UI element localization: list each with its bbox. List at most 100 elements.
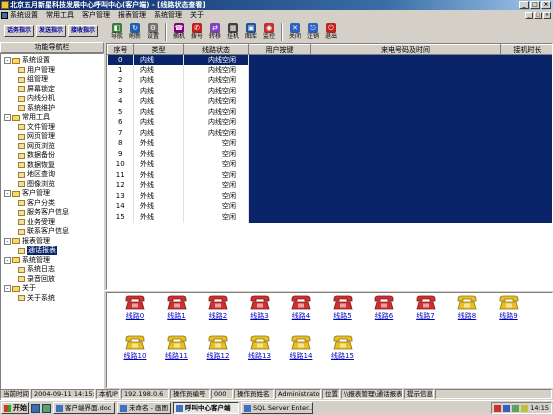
phone-line-label[interactable]: 线路13 — [248, 352, 271, 361]
tree-folder[interactable]: - 关于 — [4, 284, 36, 293]
table-row[interactable]: 10 外线 空闲 — [107, 159, 552, 170]
menu-system-settings[interactable]: 系统设置 — [10, 10, 38, 21]
toolbar-button-dial[interactable]: ✆ 拨号 — [188, 21, 206, 43]
quicklaunch-desktop-icon[interactable] — [42, 403, 51, 413]
phone-line[interactable]: 线路2 — [200, 295, 236, 329]
tree-item[interactable]: 网页浏览 — [18, 142, 55, 151]
mdi-close-button[interactable]: × — [543, 12, 551, 19]
table-row[interactable]: 1 内线 内线空闲 — [107, 65, 552, 76]
phone-line-label[interactable]: 线路10 — [124, 352, 147, 361]
title-bar[interactable]: 北京五月新星科技发展中心呼叫中心(客户端) - [线路状态查看] _ □ × — [0, 0, 553, 10]
menu-reports[interactable]: 报表管理 — [118, 10, 146, 21]
collapse-icon[interactable]: - — [4, 190, 11, 197]
collapse-icon[interactable]: - — [4, 285, 11, 292]
toolbar-button-pickup[interactable]: ☎ 摘机 — [170, 21, 188, 43]
app-icon[interactable] — [1, 1, 9, 9]
phone-line[interactable]: 线路1 — [159, 295, 195, 329]
col-header-status[interactable]: 线路状态 — [183, 44, 249, 55]
toolbar-button-settings[interactable]: ⚙ 设置 — [144, 21, 162, 43]
minimize-button[interactable]: _ — [519, 1, 529, 9]
tray-clock[interactable]: 14:15 — [530, 404, 549, 412]
tree-item[interactable]: 数据备份 — [18, 151, 55, 160]
collapse-icon[interactable]: - — [4, 256, 11, 264]
phone-line-label[interactable]: 线路2 — [209, 312, 227, 321]
phone-line[interactable]: 线路14 — [283, 335, 319, 369]
collapse-icon[interactable]: - — [4, 237, 11, 245]
tree-item[interactable]: 文件管理 — [18, 123, 55, 132]
toolbar-button-transfer[interactable]: ⇄ 转移 — [206, 21, 224, 43]
phone-line-label[interactable]: 线路12 — [207, 352, 230, 361]
menu-tools[interactable]: 常用工具 — [46, 10, 74, 21]
phone-line-label[interactable]: 线路14 — [290, 352, 313, 361]
phone-line[interactable]: 线路8 — [449, 295, 485, 329]
table-row[interactable]: 7 内线 内线空闲 — [107, 128, 552, 139]
phone-line-label[interactable]: 线路5 — [333, 312, 351, 321]
tree-item[interactable]: 录音回放 — [18, 275, 55, 284]
phone-line-label[interactable]: 线路1 — [167, 312, 185, 321]
tree-item[interactable]: 屏幕锁定 — [18, 85, 55, 94]
phone-line-label[interactable]: 线路7 — [416, 312, 434, 321]
tray-app-icon[interactable] — [494, 404, 502, 412]
tree-item[interactable]: 用户管理 — [18, 66, 55, 75]
mdi-child-icon[interactable] — [1, 12, 8, 19]
mdi-minimize-button[interactable]: _ — [525, 12, 533, 19]
table-row[interactable]: 14 外线 空闲 — [107, 201, 552, 212]
collapse-icon[interactable]: - — [4, 114, 11, 121]
phone-line[interactable]: 线路13 — [242, 335, 278, 369]
table-row[interactable]: 5 内线 内线空闲 — [107, 107, 552, 118]
tree-item[interactable]: 组管理 — [18, 75, 48, 84]
col-header-index[interactable]: 序号 — [107, 44, 134, 55]
toolbar-button-refresh[interactable]: ↻ 刷新 — [126, 21, 144, 43]
phone-line-label[interactable]: 线路0 — [126, 312, 144, 321]
phone-line[interactable]: 线路6 — [366, 295, 402, 329]
phone-line-label[interactable]: 线路9 — [499, 312, 517, 321]
table-row[interactable]: 12 外线 空闲 — [107, 180, 552, 191]
tree-item[interactable]: 通话报表 — [18, 246, 57, 255]
tray-network-icon[interactable] — [512, 404, 520, 412]
toolbar-button-logoff[interactable]: ⎋ 注销 — [304, 21, 322, 43]
phone-line[interactable]: 线路10 — [117, 335, 153, 369]
tree-item[interactable]: 网页管理 — [18, 132, 55, 141]
col-header-duration[interactable]: 接机时长 — [500, 44, 552, 55]
mdi-restore-button[interactable]: □ — [534, 12, 542, 19]
phone-line[interactable]: 线路4 — [283, 295, 319, 329]
table-row[interactable]: 0 内线 内线空闲 — [107, 54, 552, 65]
col-header-caller-time[interactable]: 来电号码及时间 — [310, 44, 501, 55]
phone-line-label[interactable]: 线路6 — [375, 312, 393, 321]
table-row[interactable]: 11 外线 空闲 — [107, 170, 552, 181]
phone-line-label[interactable]: 线路15 — [331, 352, 354, 361]
col-header-user-key[interactable]: 用户按键 — [248, 44, 311, 55]
tree-folder[interactable]: - 报表管理 — [4, 237, 50, 246]
tree-item[interactable]: 关于系统 — [18, 294, 55, 303]
close-window-button[interactable]: × — [541, 1, 551, 9]
table-row[interactable]: 8 外线 空闲 — [107, 138, 552, 149]
phone-line[interactable]: 线路5 — [325, 295, 361, 329]
tree-folder[interactable]: - 客户管理 — [4, 189, 50, 198]
taskbar-task[interactable]: 客户端界面.doc ... — [53, 402, 115, 414]
toolbar-button-exit[interactable]: ⏻ 退出 — [322, 21, 340, 43]
menu-about[interactable]: 关于 — [190, 10, 204, 21]
taskbar-task[interactable]: 呼叫中心客户端 — [173, 402, 239, 414]
phone-line[interactable]: 线路3 — [242, 295, 278, 329]
tree-item[interactable]: 内线分机 — [18, 94, 55, 103]
phone-line[interactable]: 线路9 — [491, 295, 527, 329]
tree-item[interactable]: 服务客户信息 — [18, 208, 69, 217]
toolbar-button-monitor[interactable]: ◉ 监控 — [260, 21, 278, 43]
tray-volume-icon[interactable] — [521, 404, 529, 412]
table-row[interactable]: 15 外线 空闲 — [107, 212, 552, 223]
quicklaunch-ie-icon[interactable] — [31, 403, 40, 413]
phone-line-label[interactable]: 线路4 — [292, 312, 310, 321]
tree-item[interactable]: 数据恢复 — [18, 161, 55, 170]
tree-item[interactable]: 系统日志 — [18, 265, 55, 274]
start-button[interactable]: 开始 — [1, 402, 29, 414]
table-row[interactable]: 3 内线 内线空闲 — [107, 86, 552, 97]
menu-system-admin[interactable]: 系统管理 — [154, 10, 182, 21]
tree-folder[interactable]: - 系统管理 — [4, 256, 50, 265]
phone-line[interactable]: 线路7 — [408, 295, 444, 329]
tray-input-icon[interactable] — [503, 404, 511, 412]
receive-indicator-button[interactable]: 接收指示 — [68, 25, 98, 37]
menu-customers[interactable]: 客户管理 — [82, 10, 110, 21]
collapse-icon[interactable]: - — [4, 57, 11, 64]
taskbar-task[interactable]: 未命名 - 画图 — [117, 402, 171, 414]
phone-line[interactable]: 线路0 — [117, 295, 153, 329]
